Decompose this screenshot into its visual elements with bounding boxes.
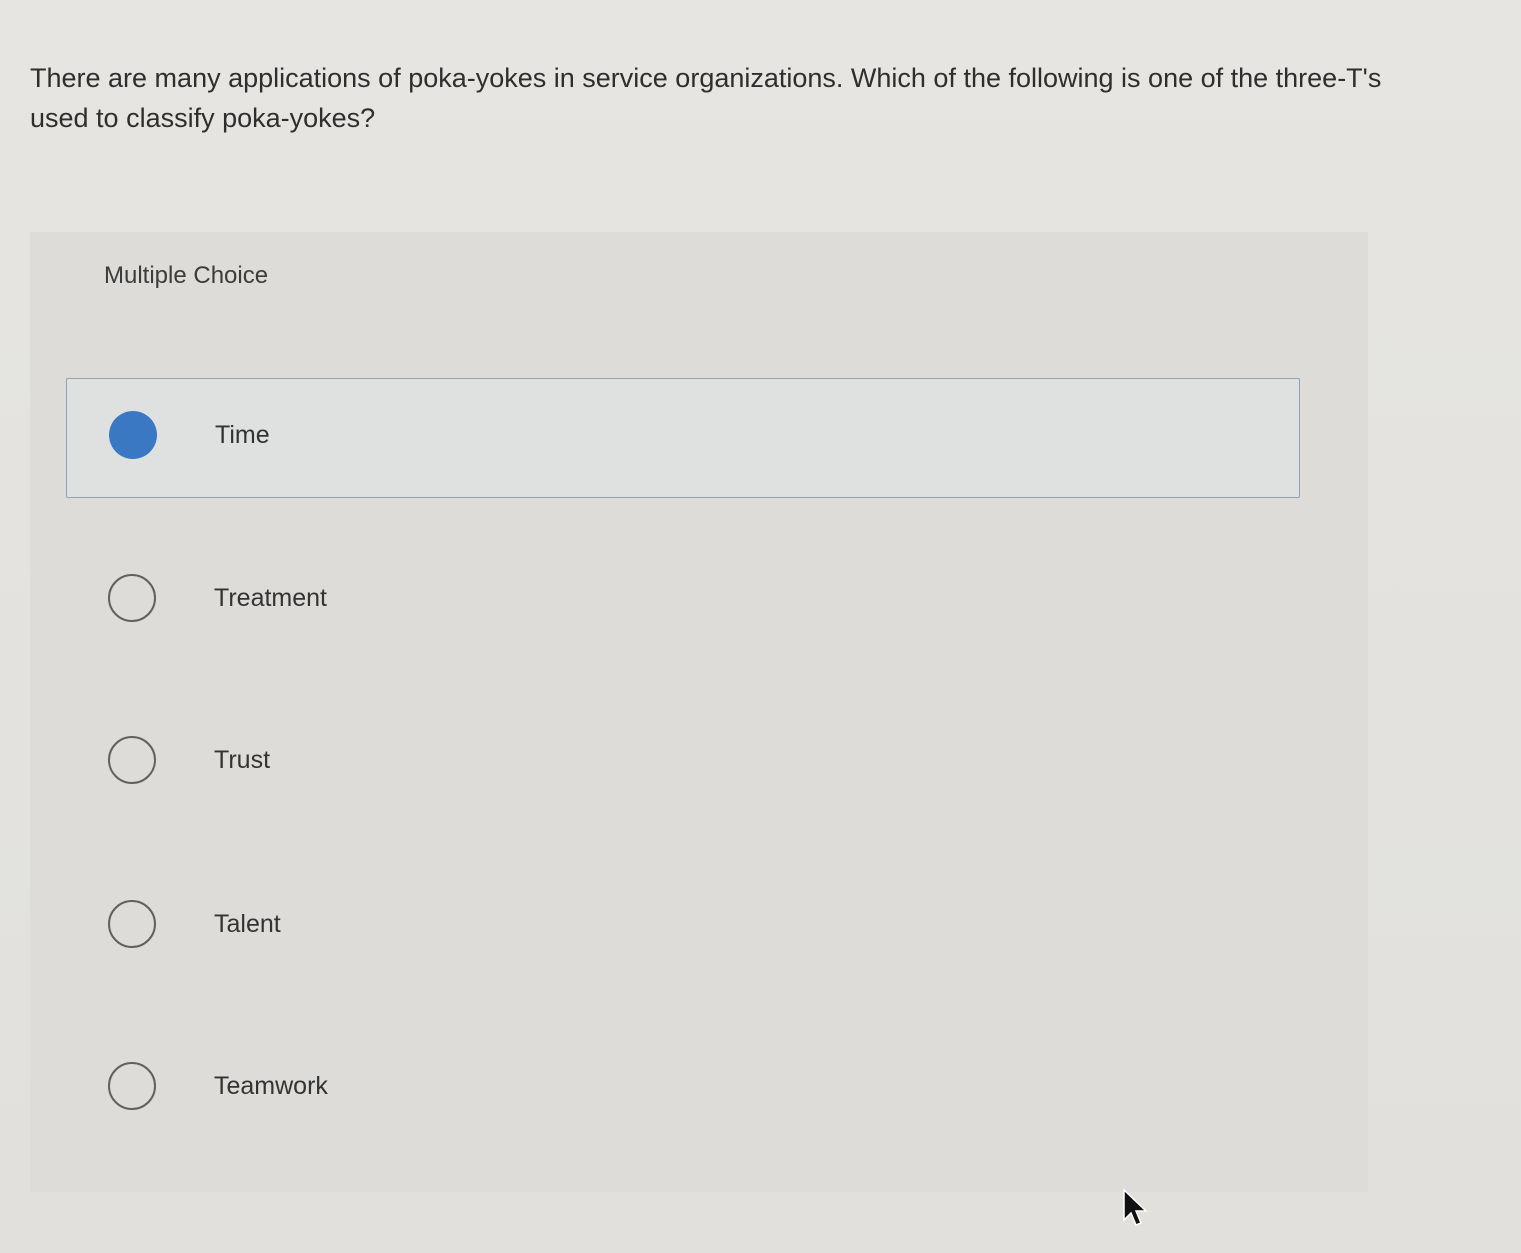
question-text: There are many applications of poka-yoke… (30, 63, 1382, 133)
option-label: Time (215, 421, 270, 449)
radio-button[interactable] (108, 1062, 156, 1110)
option-label: Talent (214, 910, 281, 938)
radio-button[interactable] (108, 574, 156, 622)
multiple-choice-panel: Multiple Choice Time Treatment Trust Tal… (30, 232, 1368, 1192)
option-label: Treatment (214, 584, 328, 612)
mouse-pointer-icon (1123, 1188, 1148, 1226)
option-trust[interactable]: Trust (66, 704, 1300, 824)
option-teamwork[interactable]: Teamwork (66, 1030, 1300, 1150)
radio-button[interactable] (108, 736, 156, 784)
option-treatment[interactable]: Treatment (66, 542, 1300, 662)
option-time[interactable]: Time (66, 378, 1300, 498)
option-label: Teamwork (214, 1072, 328, 1100)
option-label: Trust (214, 746, 271, 774)
radio-button-selected[interactable] (109, 411, 157, 459)
radio-button[interactable] (108, 900, 156, 948)
question-type-label: Multiple Choice (104, 262, 269, 289)
option-talent[interactable]: Talent (66, 868, 1300, 988)
